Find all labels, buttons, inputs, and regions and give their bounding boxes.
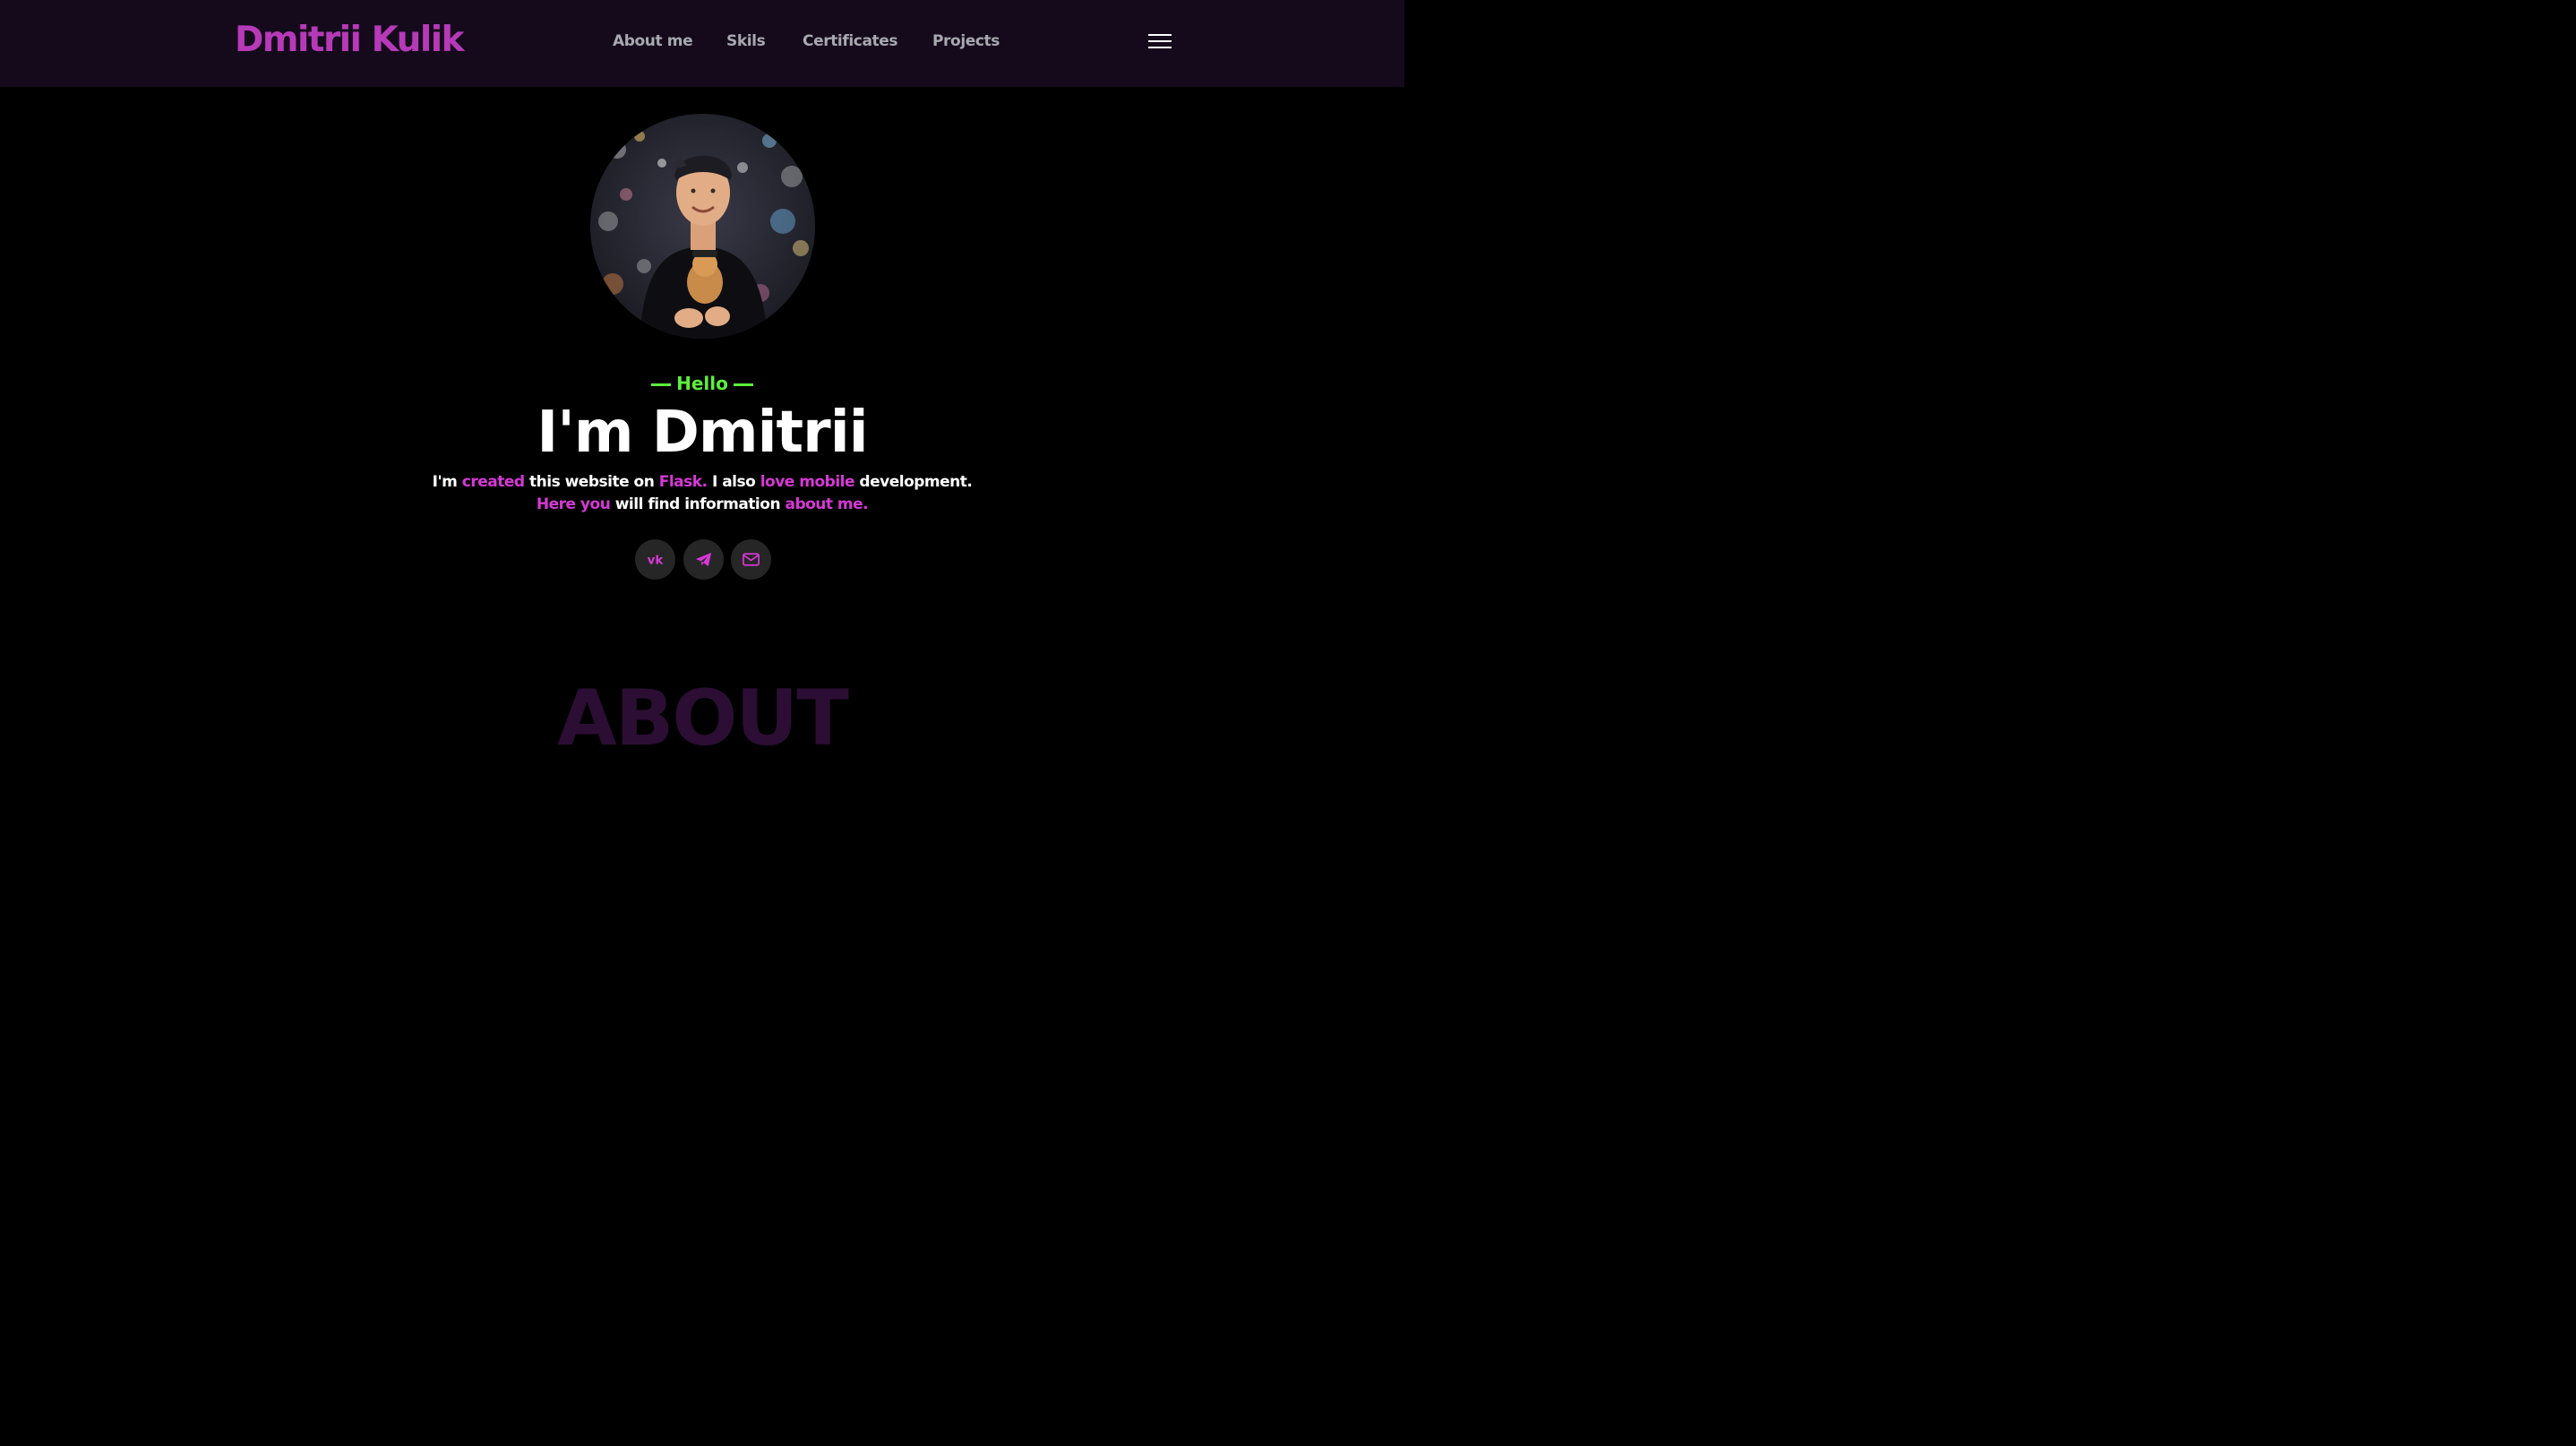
hamburger-line <box>1148 34 1172 36</box>
nav-link-projects[interactable]: Projects <box>932 32 1000 50</box>
intro-line-1: I'm created this website on Flask. I als… <box>0 473 1404 491</box>
vk-icon: vk <box>648 554 665 567</box>
intro-highlight: love mobile <box>760 473 855 491</box>
intro-text: this website on <box>524 473 659 491</box>
dash-left <box>651 383 672 386</box>
site-logo[interactable]: Dmitrii Kulik <box>235 20 465 60</box>
svg-text:vk: vk <box>648 554 665 567</box>
intro-text: I also <box>707 473 760 491</box>
telegram-icon <box>695 552 712 567</box>
intro-highlight: about me. <box>785 495 869 513</box>
dash-right <box>733 383 753 386</box>
nav-link-certificates[interactable]: Certificates <box>803 32 897 50</box>
hero-heading: I'm Dmitrii <box>537 400 868 466</box>
mail-icon <box>743 553 760 566</box>
hamburger-menu-button[interactable] <box>1146 30 1173 52</box>
hello-text: Hello <box>676 373 728 394</box>
vk-link-button[interactable]: vk <box>635 539 675 580</box>
intro-highlight: Flask. <box>658 473 708 491</box>
profile-photo <box>590 114 815 339</box>
mail-link-button[interactable] <box>731 539 771 580</box>
intro-text: I'm <box>432 473 462 491</box>
hamburger-line <box>1148 47 1172 48</box>
hello-greeting: Hello <box>0 373 1404 394</box>
nav-link-skils[interactable]: Skils <box>726 32 766 50</box>
intro-highlight: Here you <box>536 495 611 513</box>
site-header: Dmitrii Kulik About me Skils Certificate… <box>0 0 1404 87</box>
nav-link-about-me[interactable]: About me <box>613 32 693 50</box>
telegram-link-button[interactable] <box>683 539 724 580</box>
intro-highlight: created <box>461 473 525 491</box>
hamburger-line <box>1148 40 1172 42</box>
about-section-title: ABOUT <box>557 674 849 763</box>
intro-text: development. <box>854 473 973 491</box>
intro-text: will find information <box>610 495 786 513</box>
intro-line-2: Here you will find information about me. <box>0 495 1404 513</box>
